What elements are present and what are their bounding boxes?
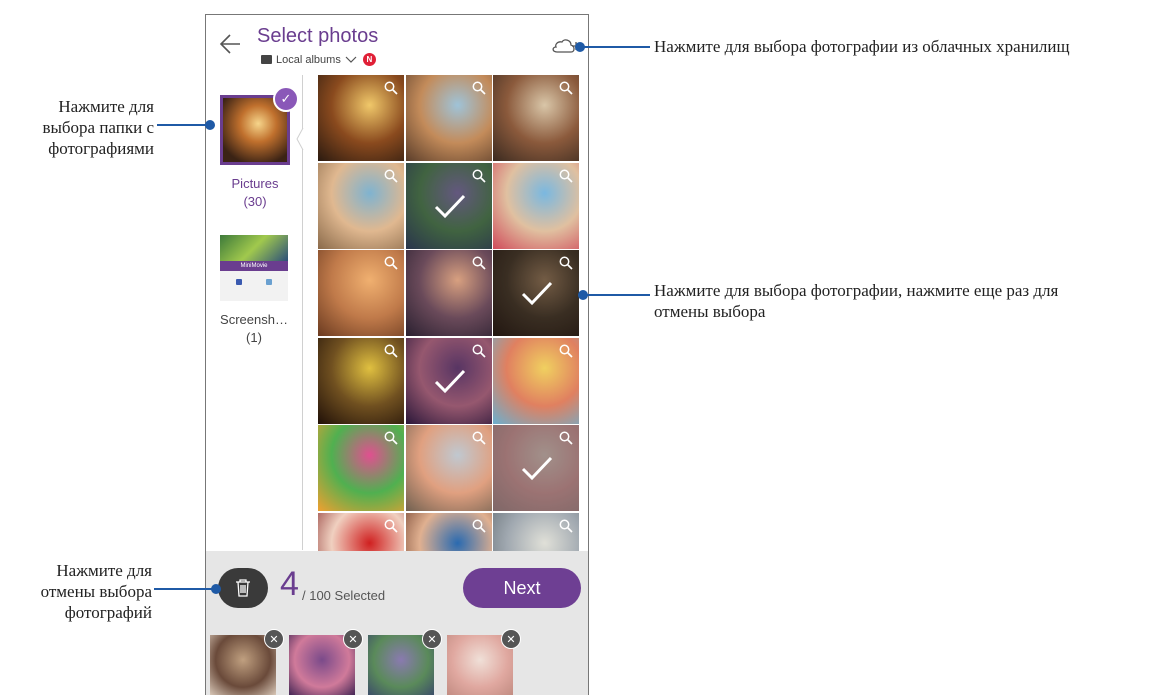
album-icon [261, 55, 272, 64]
callout-text: отмены выбора [654, 302, 766, 321]
zoom-icon[interactable] [559, 431, 573, 445]
callout-text: выбора папки с [42, 118, 154, 137]
zoom-icon[interactable] [472, 169, 486, 183]
callout-deselect: Нажмите для отмены выбора фотографий [0, 560, 152, 623]
photo-thumbnail[interactable] [493, 250, 579, 336]
thumbnail-text: MiniMovie [220, 261, 288, 271]
callout-text: Нажмите для [56, 561, 152, 580]
callout-line [154, 588, 216, 590]
photo-thumbnail[interactable] [493, 162, 579, 249]
zoom-icon[interactable] [472, 344, 486, 358]
checkmark-icon [521, 456, 553, 481]
callout-photo: Нажмите для выбора фотографии, нажмите е… [654, 280, 1169, 322]
callout-dot [205, 120, 215, 130]
photo-thumbnail[interactable] [318, 250, 404, 336]
selected-count: 4 [280, 565, 299, 603]
photo-thumbnail[interactable] [405, 162, 492, 249]
photo-thumbnail[interactable] [405, 250, 492, 336]
zoom-icon[interactable] [472, 256, 486, 270]
zoom-icon[interactable] [559, 344, 573, 358]
zoom-icon[interactable] [384, 431, 398, 445]
next-button[interactable]: Next [463, 568, 581, 608]
selected-album-pointer [296, 128, 304, 150]
album-name: Pictures [231, 176, 279, 191]
album-pictures[interactable]: ✓ Pictures (30) [220, 86, 299, 211]
selected-photo-thumbnail[interactable]: ✕ [289, 629, 363, 695]
album-source-label: Local albums [276, 53, 341, 66]
photo-thumbnail[interactable] [318, 75, 404, 161]
page-title: Select photos [257, 25, 379, 47]
photo-thumbnail[interactable] [493, 425, 579, 511]
zoom-icon[interactable] [472, 431, 486, 445]
selected-photo-thumbnail[interactable]: ✕ [368, 629, 442, 695]
album-thumbnail: ✓ [220, 86, 299, 165]
album-thumbnail: MiniMovie [220, 235, 288, 301]
zoom-icon[interactable] [384, 169, 398, 183]
callout-line [585, 294, 650, 296]
photo-thumbnail[interactable] [405, 425, 492, 511]
close-icon[interactable]: ✕ [343, 629, 363, 649]
checkmark-icon [434, 369, 465, 393]
close-icon[interactable]: ✕ [264, 629, 284, 649]
photo-thumbnail[interactable] [318, 162, 404, 249]
zoom-icon[interactable] [559, 519, 573, 533]
chevron-down-icon [345, 56, 357, 63]
photo-thumbnail[interactable] [493, 512, 579, 551]
zoom-icon[interactable] [472, 81, 486, 95]
checkmark-icon [521, 281, 553, 306]
close-icon[interactable]: ✕ [501, 629, 521, 649]
photo-thumbnail[interactable] [405, 512, 492, 551]
checkmark-icon: ✓ [273, 86, 299, 112]
callout-dot [211, 584, 221, 594]
photo-grid [318, 75, 579, 551]
callout-text: Нажмите для выбора фотографии, нажмите е… [654, 281, 1059, 300]
zoom-icon[interactable] [472, 519, 486, 533]
checkmark-icon [434, 194, 465, 218]
selected-photo-thumbnail[interactable]: ✕ [210, 629, 284, 695]
callout-cloud: Нажмите для выбора фотографии из облачны… [654, 37, 1070, 56]
photo-thumbnail[interactable] [493, 337, 579, 424]
selected-total: / 100 Selected [302, 588, 386, 603]
album-count: (30) [243, 194, 267, 209]
photo-thumbnail[interactable] [493, 75, 579, 161]
callout-line [157, 124, 209, 126]
zoom-icon[interactable] [559, 169, 573, 183]
callout-text: Нажмите для [58, 97, 154, 116]
album-list: ✓ Pictures (30) MiniMovie Screensh… (1) [206, 73, 302, 551]
trash-icon [236, 579, 250, 597]
callout-line [580, 46, 650, 48]
photo-thumbnail[interactable] [405, 75, 492, 161]
back-arrow-icon[interactable] [218, 31, 244, 57]
header: Select photos Local albums N [206, 15, 588, 73]
album-screenshots[interactable]: MiniMovie Screensh… (1) [218, 235, 290, 347]
callout-text: фотографиями [48, 139, 154, 158]
new-badge: N [362, 53, 376, 66]
album-name: Screensh… [220, 312, 288, 327]
close-icon[interactable]: ✕ [422, 629, 442, 649]
zoom-icon[interactable] [384, 344, 398, 358]
zoom-icon[interactable] [559, 256, 573, 270]
app-window: Select photos Local albums N ✓ Pictures … [205, 14, 589, 695]
callout-text: фотографий [64, 603, 152, 622]
photo-thumbnail[interactable] [318, 425, 404, 511]
zoom-icon[interactable] [384, 81, 398, 95]
selected-photo-thumbnail[interactable]: ✕ [447, 629, 521, 695]
zoom-icon[interactable] [384, 519, 398, 533]
photo-thumbnail[interactable] [318, 512, 404, 551]
album-count: (1) [246, 330, 262, 345]
photo-thumbnail[interactable] [318, 337, 404, 424]
callout-text: отмены выбора [40, 582, 152, 601]
callout-dot [575, 42, 585, 52]
zoom-icon[interactable] [384, 256, 398, 270]
trash-button[interactable] [218, 568, 268, 608]
album-source-dropdown[interactable]: Local albums N [261, 53, 376, 66]
photo-thumbnail[interactable] [405, 337, 492, 424]
callout-dot [578, 290, 588, 300]
callout-folder: Нажмите для выбора папки с фотографиями [0, 96, 154, 159]
zoom-icon[interactable] [559, 81, 573, 95]
selection-bar: 4 / 100 Selected Next ✕ ✕ ✕ ✕ [206, 551, 588, 695]
